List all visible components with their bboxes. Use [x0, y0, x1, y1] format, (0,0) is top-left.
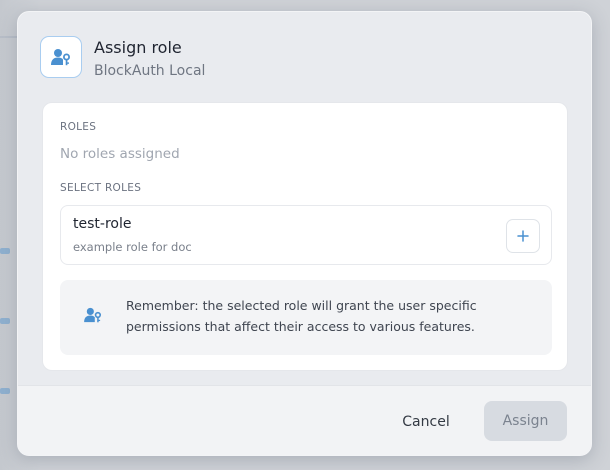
user-key-icon	[40, 36, 82, 78]
select-roles-label: SELECT ROLES	[60, 182, 142, 194]
dialog-header: Assign role BlockAuth Local	[40, 36, 569, 84]
dialog-title: Assign role	[94, 38, 182, 57]
user-key-icon	[84, 307, 102, 327]
no-roles-text: No roles assigned	[60, 146, 180, 162]
add-role-button[interactable]	[506, 219, 540, 253]
notice-text: Remember: the selected role will grant t…	[126, 298, 477, 334]
assign-role-dialog: Assign role BlockAuth Local ROLES No rol…	[17, 11, 592, 456]
dialog-subtitle: BlockAuth Local	[94, 63, 206, 79]
role-name: test-role	[73, 216, 132, 232]
backdrop-marker	[0, 388, 10, 394]
roles-section-label: ROLES	[60, 121, 97, 133]
permissions-notice: Remember: the selected role will grant t…	[60, 280, 552, 355]
plus-icon	[517, 230, 529, 242]
assign-button[interactable]: Assign	[484, 401, 567, 441]
backdrop-marker	[0, 248, 10, 254]
role-description: example role for doc	[73, 240, 192, 254]
roles-card: ROLES No roles assigned SELECT ROLES tes…	[42, 102, 568, 371]
cancel-button[interactable]: Cancel	[396, 403, 456, 441]
role-option-test-role[interactable]: test-role example role for doc	[60, 205, 552, 265]
dialog-footer: Cancel Assign	[18, 385, 591, 455]
backdrop-marker	[0, 318, 10, 324]
